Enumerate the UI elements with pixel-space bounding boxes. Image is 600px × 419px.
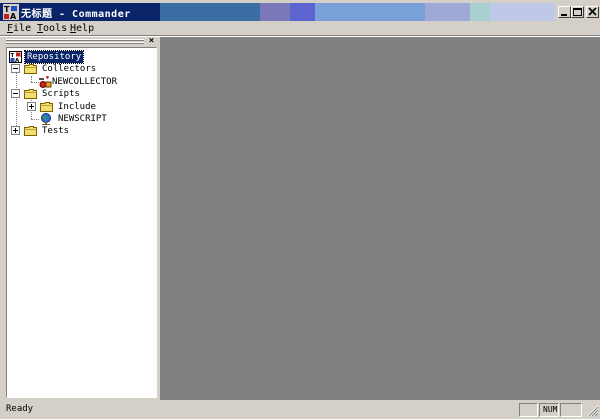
pane-close-icon[interactable]: × xyxy=(147,36,156,46)
minimize-button[interactable] xyxy=(558,6,571,18)
mdi-workspace[interactable] xyxy=(160,37,600,400)
pane-grip[interactable] xyxy=(6,42,144,44)
tree-label-newscript: NEWSCRIPT xyxy=(58,114,107,124)
pane-grip[interactable] xyxy=(6,39,144,41)
tree-item-scripts[interactable]: Scripts xyxy=(11,88,131,100)
tree-label-newcollector: NEWCOLLECTOR xyxy=(52,77,118,87)
menu-tools[interactable]: Tools xyxy=(37,23,67,34)
tree-item-collectors[interactable]: Collectors xyxy=(11,63,131,75)
svg-text:A: A xyxy=(10,12,17,20)
status-text: Ready xyxy=(6,404,34,414)
tree-label-repository: Repository xyxy=(23,50,85,64)
window-title: 无标题 - Commander xyxy=(21,9,131,20)
tree-label-include: Include xyxy=(58,102,96,112)
folder-icon xyxy=(40,102,53,112)
folder-icon xyxy=(24,64,37,74)
tree-item-include[interactable]: Include xyxy=(27,101,137,113)
menu-bar: File Tools Help xyxy=(0,21,600,36)
collapse-icon[interactable] xyxy=(11,64,20,73)
tree-label-scripts: Scripts xyxy=(42,89,80,99)
resize-grip-icon[interactable] xyxy=(587,405,599,417)
expand-icon[interactable] xyxy=(27,102,36,111)
commander-window: T A 无标题 - Commander File Tools Help × T … xyxy=(0,0,600,419)
tree-item-repository[interactable]: T A Repository xyxy=(9,50,154,64)
repository-tree[interactable]: T A Repository Collectors NEWCOLLECTOR S… xyxy=(6,47,157,398)
repository-icon: T A xyxy=(9,51,22,63)
tree-item-tests[interactable]: Tests xyxy=(11,125,131,137)
maximize-icon xyxy=(573,8,582,16)
close-icon xyxy=(588,7,597,16)
tree-item-newcollector[interactable]: NEWCOLLECTOR xyxy=(38,76,148,88)
app-icon: T A xyxy=(3,4,19,20)
tree-connector xyxy=(31,119,39,120)
folder-icon xyxy=(24,126,37,136)
status-bar: Ready NUM xyxy=(0,400,600,419)
tree-pane-header[interactable]: × xyxy=(4,36,157,47)
maximize-button[interactable] xyxy=(571,6,584,18)
globe-script-icon xyxy=(41,113,51,125)
menu-help[interactable]: Help xyxy=(70,23,94,34)
title-bar[interactable]: T A 无标题 - Commander xyxy=(0,3,600,21)
tree-label-tests: Tests xyxy=(42,126,70,136)
status-cell-scroll xyxy=(560,403,582,417)
menu-file[interactable]: File xyxy=(7,23,31,34)
status-cell-caps xyxy=(519,403,538,417)
expand-icon[interactable] xyxy=(11,126,20,135)
minimize-icon xyxy=(561,14,567,16)
folder-icon xyxy=(24,89,37,99)
tree-item-newscript[interactable]: NEWSCRIPT xyxy=(40,113,140,125)
collapse-icon[interactable] xyxy=(11,89,20,98)
status-num-indicator: NUM xyxy=(539,403,559,417)
close-button[interactable] xyxy=(586,6,599,18)
tree-label-collectors: Collectors xyxy=(42,64,97,74)
